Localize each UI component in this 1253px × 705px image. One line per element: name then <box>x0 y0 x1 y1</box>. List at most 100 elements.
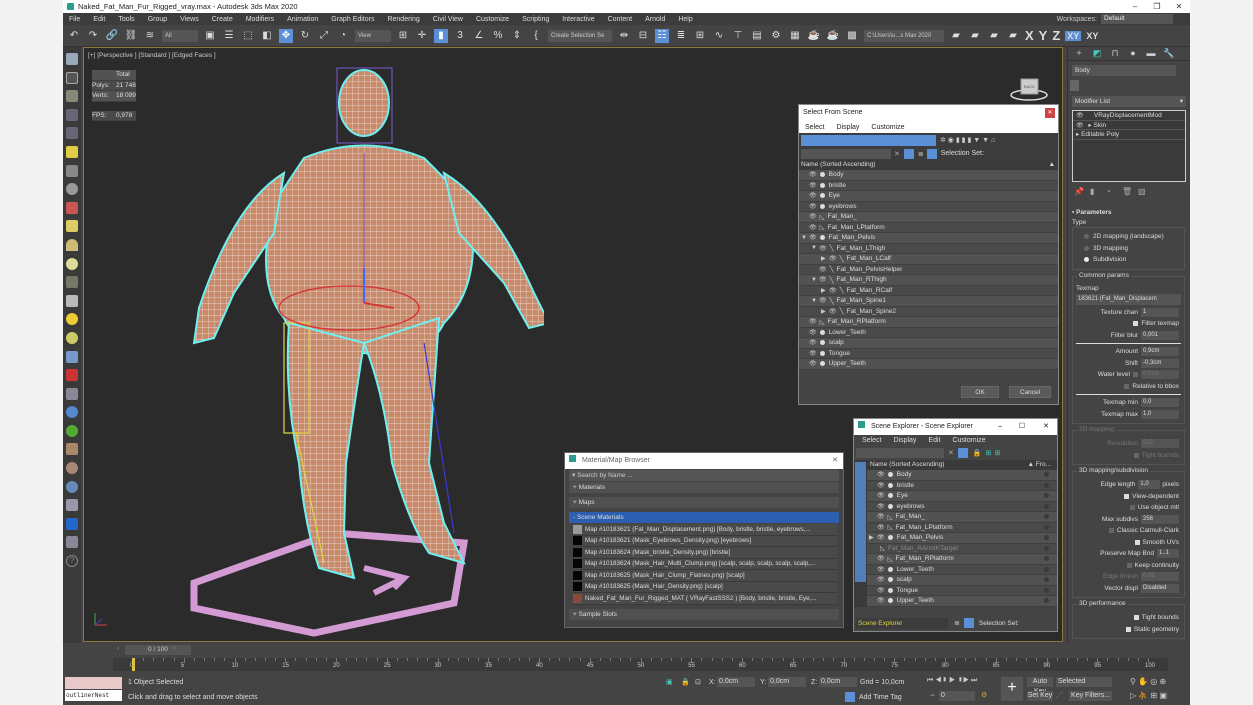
menu-graph-editors[interactable]: Graph Editors <box>331 16 374 23</box>
key-mode-icon[interactable]: ⇔ <box>929 692 936 699</box>
light-icon[interactable] <box>66 145 78 158</box>
project-path-dropdown[interactable]: C:\Users\u...s Max 2020 <box>864 29 944 42</box>
scene-list-item[interactable]: ▶ 👁 ╲ Fat_Man_RCalf <box>799 285 1058 296</box>
section-sample-slots[interactable]: + Sample Slots <box>569 608 839 620</box>
motion-tab-icon[interactable]: ● <box>1126 48 1140 60</box>
eye-icon[interactable]: 👁 <box>809 234 817 241</box>
stack-item-editable-poly[interactable]: ▸ Editable Poly <box>1073 130 1185 140</box>
viewport-nav-controls[interactable]: ⚲ ✋ ◎ ⊕ <box>1130 677 1166 686</box>
lock-icon[interactable]: 🔒 <box>973 449 982 457</box>
menu-file[interactable]: File <box>69 16 80 23</box>
pivot-icon[interactable]: ⊞ <box>396 29 410 43</box>
scene-list-item[interactable]: 👁 scalp <box>799 338 1058 349</box>
eye-icon[interactable]: 👁 <box>819 245 827 252</box>
relative-bbox-checkbox[interactable] <box>1124 383 1130 389</box>
freeze-toggle-icon[interactable] <box>1044 545 1049 551</box>
selection-filter-dropdown[interactable]: All <box>162 29 198 42</box>
display-filter-icons[interactable]: ✲ ◉ ▮ ▮ ▮ ▼ ▼ ⌂ <box>940 136 995 144</box>
freeze-toggle-icon[interactable] <box>1044 587 1049 593</box>
cloud-icon[interactable] <box>66 71 78 84</box>
scene-list-item[interactable]: 👁 Upper_Teeth <box>799 359 1058 370</box>
eye-icon[interactable]: 👁 <box>809 171 817 178</box>
grass-icon[interactable] <box>66 424 78 437</box>
configure-sets-icon[interactable]: ▨ <box>1138 187 1148 197</box>
render-icon[interactable] <box>66 517 78 530</box>
scene-list-item[interactable]: ▼ 👁 ╲ Fat_Man_RThigh <box>799 275 1058 286</box>
fluid-icon[interactable] <box>66 406 78 419</box>
particles-icon[interactable] <box>66 369 78 382</box>
fat-man-model[interactable] <box>124 63 544 643</box>
align-icon[interactable]: ⊟ <box>636 29 650 43</box>
mesh-light-icon[interactable] <box>66 276 78 289</box>
eye-icon[interactable]: 👁 <box>809 318 817 325</box>
object-color-swatch[interactable] <box>1070 80 1079 91</box>
render-setup-icon[interactable]: ⚙ <box>769 29 783 43</box>
unlink-icon[interactable]: ⛓ <box>124 29 138 43</box>
selection-lock-icon[interactable]: 🔒 <box>681 678 690 686</box>
camera-icon[interactable] <box>66 164 78 177</box>
explorer-list-item[interactable]: 👁 ◺ Fat_Man_RPlatform <box>867 554 1057 565</box>
explorer-list-item[interactable]: 👁 Tongue <box>867 585 1057 596</box>
hierarchy-tab-icon[interactable]: ⊓ <box>1108 48 1122 60</box>
helper-icon[interactable] <box>66 183 78 196</box>
sync-selection-icon[interactable]: ⊞ <box>986 449 992 457</box>
eye-icon[interactable]: 👁 <box>877 576 885 583</box>
edge-length-spinner[interactable]: 1,0 <box>1138 480 1161 490</box>
z-coord-field[interactable]: 0,0cm <box>819 677 857 687</box>
help-icon[interactable]: ? <box>66 555 78 568</box>
link-icon[interactable]: 🔗 <box>105 29 119 43</box>
scene-list-item[interactable]: 👁 ◺ Fat_Man_RPlatform <box>799 317 1058 328</box>
expand-toggle-icon[interactable]: ▶ <box>869 534 877 541</box>
key-mode-dropdown[interactable]: Selected <box>1056 677 1112 687</box>
perspective-viewport[interactable]: [+] [Perspective ] [Standard ] [Edged Fa… <box>83 47 1063 642</box>
hierarchy-icon[interactable] <box>926 148 937 159</box>
eye-icon[interactable]: 👁 <box>877 492 885 499</box>
rect-selection-icon[interactable]: ⬚ <box>241 29 255 43</box>
eye-icon[interactable]: 👁 <box>877 524 885 531</box>
ribbon-icon[interactable]: ⊞ <box>693 29 707 43</box>
stack-item-skin[interactable]: 👁 ▸ Skin <box>1073 121 1185 130</box>
section-scene-materials[interactable]: - Scene Materials <box>569 512 839 523</box>
eye-icon[interactable]: 👁 <box>877 503 885 510</box>
explorer-footer-dropdown[interactable]: Scene Explorer <box>856 617 948 629</box>
teapot-icon[interactable] <box>66 53 78 65</box>
plane-light-icon[interactable] <box>66 220 78 233</box>
radio-button[interactable] <box>1084 245 1089 251</box>
type-option[interactable]: 3D mapping <box>1076 243 1181 255</box>
maxscript-mini-listener-input[interactable]: outlinerNest <box>65 690 122 701</box>
named-selection-dropdown[interactable]: Create Selection Se <box>548 29 612 42</box>
menu-tools[interactable]: Tools <box>118 16 134 23</box>
x-coord-field[interactable]: 0,0cm <box>717 677 755 687</box>
curve-editor-icon[interactable]: ∿ <box>712 29 726 43</box>
scene-list-item[interactable]: ▼ 👁 ╲ Fat_Man_Spine1 <box>799 296 1058 307</box>
modify-tab-icon[interactable]: ◩ <box>1090 48 1104 60</box>
scene-list-item[interactable]: ▼ 👁 Fat_Man_Pelvis <box>799 233 1058 244</box>
set-key-big-button[interactable]: + <box>1001 677 1023 701</box>
eye-icon[interactable]: 👁 <box>819 266 827 273</box>
axis-xy-button[interactable]: XY <box>1065 30 1082 41</box>
smooth-uvs-checkbox[interactable] <box>1134 539 1140 545</box>
axis-z-button[interactable]: Z <box>1052 28 1060 43</box>
menu-customize[interactable]: Customize <box>871 124 904 131</box>
menu-views[interactable]: Views <box>180 16 199 23</box>
eye-icon[interactable]: 👁 <box>809 339 817 346</box>
spinner-snap-icon[interactable]: ⇕ <box>510 29 524 43</box>
freeze-toggle-icon[interactable] <box>1044 503 1049 509</box>
explorer-menu-customize[interactable]: Customize <box>952 437 985 444</box>
snaps-toggle-icon[interactable]: 3 <box>453 29 467 43</box>
auto-expand-icon[interactable]: ⊞ <box>994 449 1000 457</box>
explorer-list-item[interactable]: 👁 Eye <box>867 491 1057 502</box>
explorer-list-item[interactable]: 👁 Upper_Teeth <box>867 596 1057 607</box>
freeze-toggle-icon[interactable] <box>1044 472 1049 478</box>
fur-icon[interactable] <box>66 350 78 363</box>
freeze-toggle-icon[interactable] <box>1044 535 1049 541</box>
explorer-menu-edit[interactable]: Edit <box>928 437 940 444</box>
section-materials[interactable]: + Materials <box>569 482 839 493</box>
expand-toggle-icon[interactable]: ▶ <box>821 255 829 262</box>
window-crossing-icon[interactable]: ◧ <box>260 29 274 43</box>
menu-scripting[interactable]: Scripting <box>522 16 549 23</box>
freeze-toggle-icon[interactable] <box>1044 514 1049 520</box>
explorer-menu-select[interactable]: Select <box>862 437 881 444</box>
project-open-icon[interactable]: ▰ <box>968 29 982 43</box>
explorer-maximize-button[interactable]: ☐ <box>1019 419 1025 435</box>
